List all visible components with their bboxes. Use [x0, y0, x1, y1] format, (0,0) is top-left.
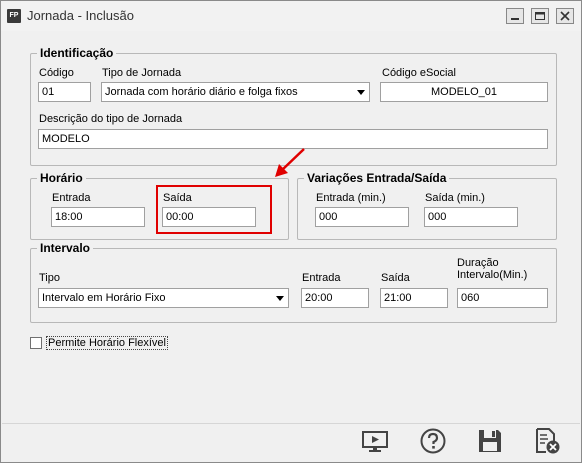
help-icon [420, 428, 446, 454]
intervalo-entrada-field[interactable]: 20:00 [301, 288, 369, 308]
descricao-label: Descrição do tipo de Jornada [39, 113, 183, 125]
save-button[interactable] [476, 427, 504, 455]
horario-flexivel-label[interactable]: Permite Horário Flexível [46, 336, 168, 350]
save-icon [479, 430, 501, 452]
cancel-button[interactable] [533, 427, 561, 455]
minimize-button[interactable] [506, 8, 524, 24]
variacao-saida-label: Saída (min.) [425, 192, 485, 204]
saida-highlight-box [156, 185, 272, 234]
intervalo-tipo-value: Intervalo em Horário Fixo [42, 292, 166, 304]
intervalo-tipo-label: Tipo [39, 272, 60, 284]
tipo-jornada-label: Tipo de Jornada [102, 67, 182, 79]
chevron-down-icon[interactable] [273, 290, 287, 306]
intervalo-saida-field[interactable]: 21:00 [380, 288, 448, 308]
identificacao-legend: Identificação [37, 46, 117, 60]
maximize-button[interactable] [531, 8, 549, 24]
variacao-saida-field[interactable]: 000 [424, 207, 518, 227]
close-button[interactable] [556, 8, 574, 24]
descricao-field[interactable]: MODELO [38, 129, 548, 149]
toolbar-separator [2, 423, 580, 424]
horario-flexivel-checkbox[interactable] [30, 337, 42, 349]
window-title: Jornada - Inclusão [27, 8, 134, 23]
codigo-label: Código [39, 67, 74, 79]
duracao-label-line1: Duração [457, 257, 499, 269]
intervalo-legend: Intervalo [37, 241, 94, 255]
close-icon [560, 11, 570, 21]
variacao-entrada-field[interactable]: 000 [315, 207, 409, 227]
help-button[interactable] [419, 427, 447, 455]
intervalo-entrada-label: Entrada [302, 272, 341, 284]
minimize-icon [511, 18, 519, 20]
jornada-window: FP Jornada - Inclusão Identificação Códi… [0, 0, 582, 463]
horario-entrada-label: Entrada [52, 192, 91, 204]
horario-entrada-field[interactable]: 18:00 [51, 207, 145, 227]
duracao-field[interactable]: 060 [457, 288, 548, 308]
variacoes-legend: Variações Entrada/Saída [304, 171, 450, 185]
codigo-field[interactable]: 01 [38, 82, 91, 102]
title-bar: FP Jornada - Inclusão [1, 1, 581, 31]
chevron-down-icon[interactable] [354, 84, 368, 100]
intervalo-tipo-select[interactable]: Intervalo em Horário Fixo [38, 288, 289, 308]
horario-legend: Horário [37, 171, 86, 185]
intervalo-saida-label: Saída [381, 272, 410, 284]
variacao-entrada-label: Entrada (min.) [316, 192, 386, 204]
cancel-icon [536, 428, 560, 454]
preview-icon [362, 431, 388, 452]
app-icon: FP [7, 9, 21, 23]
codigo-esocial-field[interactable]: MODELO_01 [380, 82, 548, 102]
preview-button[interactable] [361, 427, 389, 455]
duracao-label-line2: Intervalo(Min.) [457, 269, 528, 281]
maximize-icon [535, 12, 545, 20]
codigo-esocial-label: Código eSocial [382, 67, 456, 79]
tipo-jornada-value: Jornada com horário diário e folga fixos [105, 86, 298, 98]
tipo-jornada-select[interactable]: Jornada com horário diário e folga fixos [101, 82, 370, 102]
annotation-arrow-icon [275, 148, 305, 177]
